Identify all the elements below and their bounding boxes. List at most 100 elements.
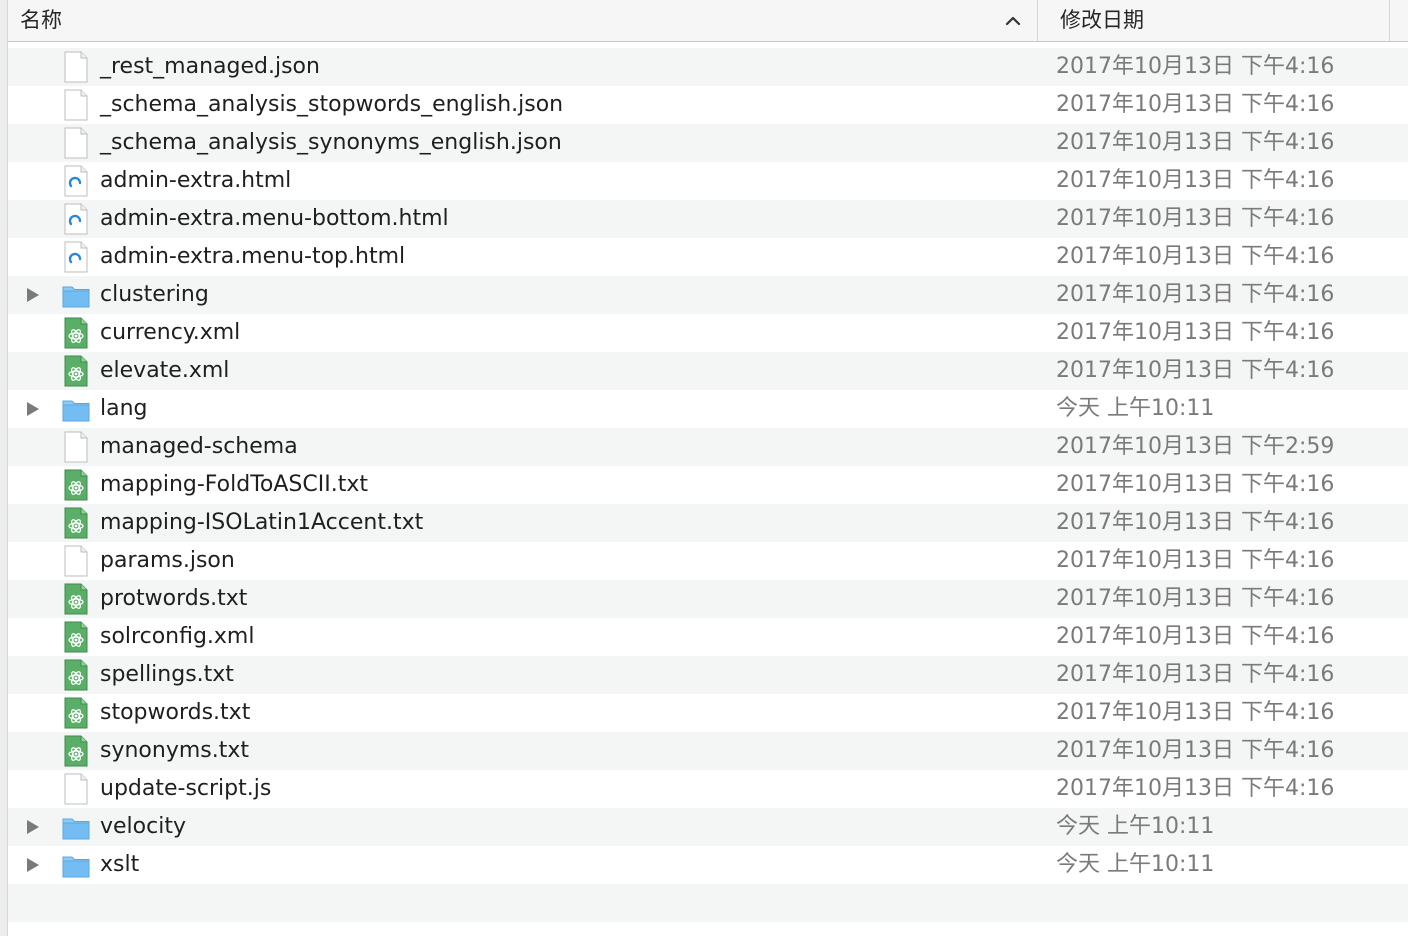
folder-icon <box>62 393 90 425</box>
sidebar-edge <box>0 0 8 936</box>
file-row[interactable]: params.json 2017年10月13日 下午4:16 <box>8 542 1408 580</box>
file-row[interactable]: managed-schema 2017年10月13日 下午2:59 <box>8 428 1408 466</box>
modified-date: 今天 上午10:11 <box>1056 814 1215 839</box>
file-row[interactable]: _rest_managed.json 2017年10月13日 下午4:16 <box>8 48 1408 86</box>
empty-row <box>8 884 1408 922</box>
modified-date: 2017年10月13日 下午4:16 <box>1056 168 1335 193</box>
file-name: elevate.xml <box>100 358 230 383</box>
file-name: lang <box>100 396 148 421</box>
file-name: params.json <box>100 548 235 573</box>
file-row[interactable]: mapping-ISOLatin1Accent.txt 2017年10月13日 下… <box>8 504 1408 542</box>
modified-date: 2017年10月13日 下午4:16 <box>1056 472 1335 497</box>
file-row[interactable]: elevate.xml 2017年10月13日 下午4:16 <box>8 352 1408 390</box>
file-name: stopwords.txt <box>100 700 251 725</box>
file-name: admin-extra.menu-bottom.html <box>100 206 449 231</box>
modified-date: 2017年10月13日 下午4:16 <box>1056 130 1335 155</box>
file-row[interactable]: currency.xml 2017年10月13日 下午4:16 <box>8 314 1408 352</box>
file-row[interactable]: mapping-FoldToASCII.txt 2017年10月13日 下午4:1… <box>8 466 1408 504</box>
file-name: protwords.txt <box>100 586 248 611</box>
atom-icon <box>62 735 90 767</box>
file-name: admin-extra.html <box>100 168 292 193</box>
folder-row[interactable]: xslt 今天 上午10:11 <box>8 846 1408 884</box>
document-icon <box>62 51 90 83</box>
disclosure-triangle-icon[interactable] <box>24 400 42 418</box>
html-icon <box>62 165 90 197</box>
modified-date: 2017年10月13日 下午4:16 <box>1056 92 1335 117</box>
html-icon <box>62 241 90 273</box>
folder-row[interactable]: velocity 今天 上午10:11 <box>8 808 1408 846</box>
folder-row[interactable]: clustering 2017年10月13日 下午4:16 <box>8 276 1408 314</box>
file-row[interactable]: admin-extra.menu-bottom.html 2017年10月13日 … <box>8 200 1408 238</box>
file-name: _schema_analysis_stopwords_english.json <box>100 92 564 117</box>
disclosure-triangle-icon[interactable] <box>24 286 42 304</box>
atom-icon <box>62 355 90 387</box>
file-name: _schema_analysis_synonyms_english.json <box>100 130 562 155</box>
document-icon <box>62 545 90 577</box>
file-row[interactable]: solrconfig.xml 2017年10月13日 下午4:16 <box>8 618 1408 656</box>
list-header: 名称 修改日期 <box>8 0 1408 42</box>
file-name: update-script.js <box>100 776 272 801</box>
folder-icon <box>62 279 90 311</box>
file-name: spellings.txt <box>100 662 234 687</box>
file-row[interactable]: _schema_analysis_synonyms_english.json 20… <box>8 124 1408 162</box>
html-icon <box>62 203 90 235</box>
atom-icon <box>62 659 90 691</box>
modified-date: 2017年10月13日 下午4:16 <box>1056 54 1335 79</box>
folder-icon <box>62 849 90 881</box>
disclosure-triangle-icon[interactable] <box>24 856 42 874</box>
document-icon <box>62 773 90 805</box>
name-column-label: 名称 <box>20 8 62 32</box>
modified-date: 今天 上午10:11 <box>1056 852 1215 877</box>
file-list: _rest_managed.json 2017年10月13日 下午4:16 _sch… <box>8 48 1408 936</box>
document-icon <box>62 89 90 121</box>
file-row[interactable]: admin-extra.menu-top.html 2017年10月13日 下午4… <box>8 238 1408 276</box>
file-name: synonyms.txt <box>100 738 250 763</box>
file-name: solrconfig.xml <box>100 624 255 649</box>
file-name: clustering <box>100 282 209 307</box>
file-name: xslt <box>100 852 140 877</box>
file-name: mapping-FoldToASCII.txt <box>100 472 368 497</box>
folder-icon <box>62 811 90 843</box>
file-row[interactable]: protwords.txt 2017年10月13日 下午4:16 <box>8 580 1408 618</box>
date-column-label: 修改日期 <box>1060 8 1144 32</box>
atom-icon <box>62 469 90 501</box>
finder-window: 名称 修改日期 _rest_managed.json 2017年10月13日 下午… <box>0 0 1408 936</box>
date-column-header[interactable]: 修改日期 <box>1038 0 1390 41</box>
modified-date: 2017年10月13日 下午4:16 <box>1056 282 1335 307</box>
file-row[interactable]: stopwords.txt 2017年10月13日 下午4:16 <box>8 694 1408 732</box>
modified-date: 2017年10月13日 下午4:16 <box>1056 776 1335 801</box>
modified-date: 2017年10月13日 下午4:16 <box>1056 320 1335 345</box>
file-row[interactable]: update-script.js 2017年10月13日 下午4:16 <box>8 770 1408 808</box>
atom-icon <box>62 697 90 729</box>
modified-date: 2017年10月13日 下午4:16 <box>1056 662 1335 687</box>
file-row[interactable]: _schema_analysis_stopwords_english.json 2… <box>8 86 1408 124</box>
atom-icon <box>62 507 90 539</box>
file-row[interactable]: synonyms.txt 2017年10月13日 下午4:16 <box>8 732 1408 770</box>
file-name: admin-extra.menu-top.html <box>100 244 406 269</box>
file-name: mapping-ISOLatin1Accent.txt <box>100 510 424 535</box>
modified-date: 2017年10月13日 下午4:16 <box>1056 244 1335 269</box>
atom-icon <box>62 317 90 349</box>
modified-date: 2017年10月13日 下午4:16 <box>1056 206 1335 231</box>
modified-date: 2017年10月13日 下午4:16 <box>1056 738 1335 763</box>
chevron-up-icon[interactable] <box>1004 12 1022 30</box>
modified-date: 2017年10月13日 下午4:16 <box>1056 586 1335 611</box>
modified-date: 2017年10月13日 下午4:16 <box>1056 700 1335 725</box>
modified-date: 2017年10月13日 下午4:16 <box>1056 548 1335 573</box>
empty-row <box>8 922 1408 936</box>
file-name: currency.xml <box>100 320 241 345</box>
atom-icon <box>62 621 90 653</box>
modified-date: 2017年10月13日 下午4:16 <box>1056 510 1335 535</box>
file-name: _rest_managed.json <box>100 54 320 79</box>
document-icon <box>62 431 90 463</box>
disclosure-triangle-icon[interactable] <box>24 818 42 836</box>
modified-date: 2017年10月13日 下午2:59 <box>1056 434 1335 459</box>
file-row[interactable]: spellings.txt 2017年10月13日 下午4:16 <box>8 656 1408 694</box>
document-icon <box>62 127 90 159</box>
name-column-header[interactable]: 名称 <box>8 0 1038 41</box>
folder-row[interactable]: lang 今天 上午10:11 <box>8 390 1408 428</box>
file-name: velocity <box>100 814 186 839</box>
file-row[interactable]: admin-extra.html 2017年10月13日 下午4:16 <box>8 162 1408 200</box>
file-name: managed-schema <box>100 434 298 459</box>
modified-date: 2017年10月13日 下午4:16 <box>1056 358 1335 383</box>
